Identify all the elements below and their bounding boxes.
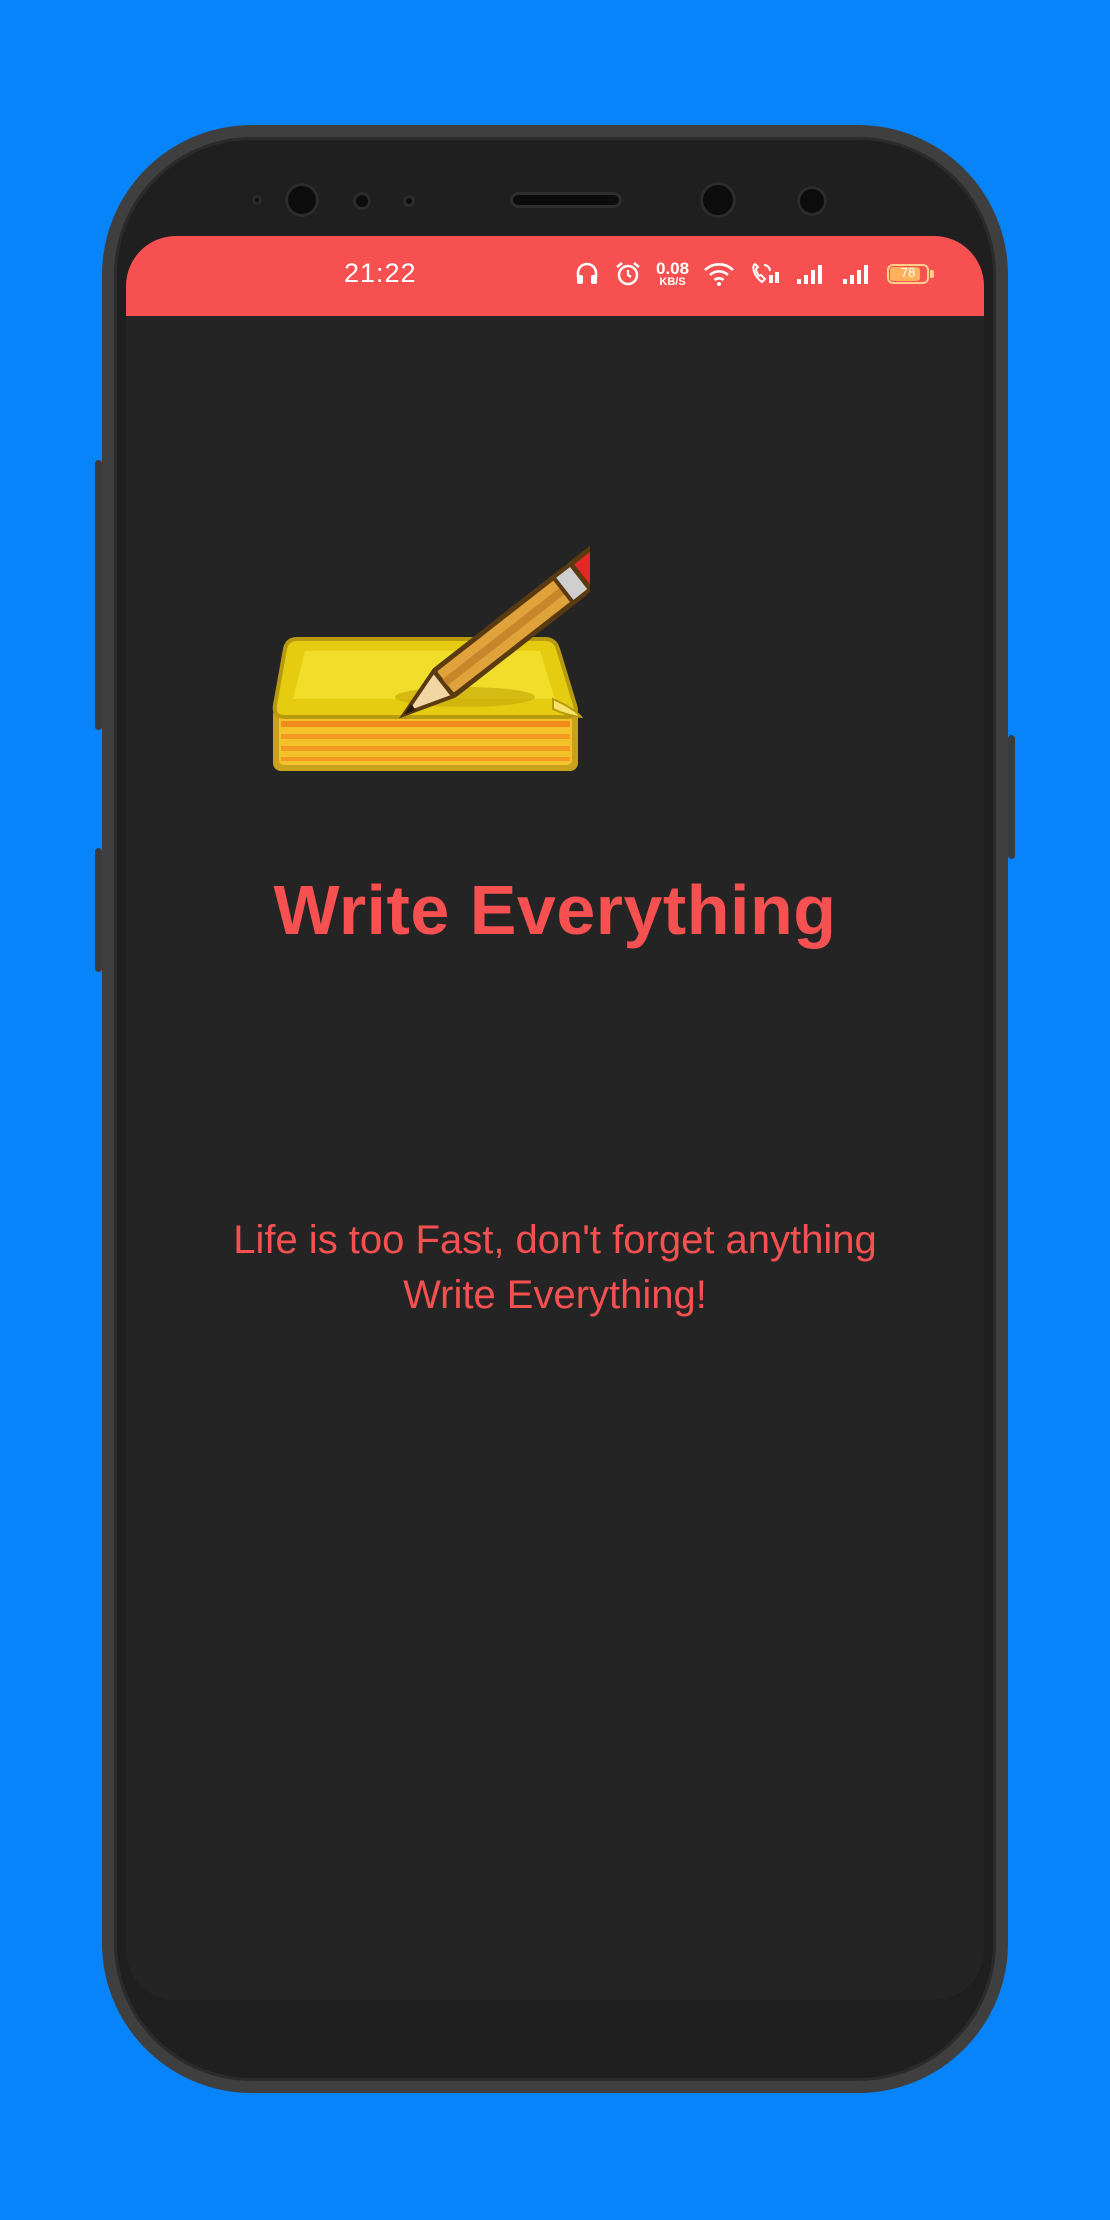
- app-subtitle-line-1: Life is too Fast, don't forget anything: [233, 1218, 877, 1262]
- sensor-dot: [353, 192, 371, 210]
- sensor-dot-small: [403, 195, 415, 207]
- status-bar: 21:22 0.08 KB/S 78: [126, 236, 984, 316]
- app-screen: 21:22 0.08 KB/S 78: [126, 236, 984, 2000]
- net-speed-unit: KB/S: [659, 276, 686, 288]
- proximity-sensor: [252, 195, 262, 205]
- status-icons: 0.08 KB/S 78: [574, 254, 935, 294]
- net-speed-value: 0.08: [656, 259, 690, 278]
- power-button[interactable]: [1008, 735, 1015, 859]
- iris-scanner: [700, 182, 736, 218]
- battery-tip: [930, 270, 935, 278]
- status-time: 21:22: [344, 258, 417, 288]
- battery-level: 78: [900, 265, 916, 280]
- app-subtitle-line-2: Write Everything!: [403, 1273, 707, 1317]
- signal-icon: [795, 262, 827, 286]
- app-title: Write Everything: [273, 871, 837, 949]
- alarm-icon: [614, 260, 642, 288]
- earpiece-speaker: [510, 192, 622, 208]
- iris-led: [797, 186, 827, 216]
- wifi-icon: [703, 261, 735, 287]
- volte-call-icon: [749, 261, 781, 287]
- headphones-icon: [574, 261, 600, 287]
- net-speed-indicator: 0.08 KB/S: [656, 260, 689, 288]
- battery-icon: 78: [887, 264, 935, 284]
- signal-icon: [841, 262, 873, 286]
- front-camera: [285, 183, 319, 217]
- notepad-pencil-icon: [270, 540, 619, 820]
- volume-up-button[interactable]: [95, 460, 102, 730]
